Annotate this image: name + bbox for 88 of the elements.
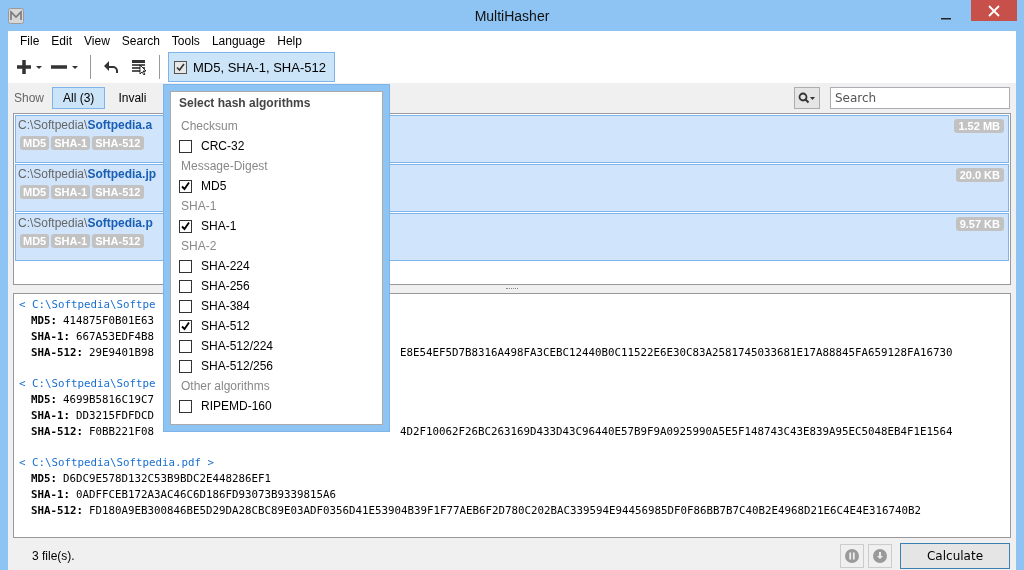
checkbox[interactable] [179, 319, 192, 333]
hash-tag: MD5 [20, 136, 50, 150]
result-file-header: < C:\Softpedia\Softpedia.pdf > [19, 455, 214, 471]
checkbox[interactable] [179, 339, 192, 353]
hash-value: 0ADFFCEB172A3AC46C6D186FD93073B9339815A6 [76, 487, 337, 503]
hash-value: FD180A9EB300846BE5D29DA28CBC89E03ADF0356D41E53904B39F1F77AEB6F2D780C202BAC339594E94456985DF0F86BB7B7C40B2E4968D21E6C4E4E316740B2 [89, 503, 922, 519]
file-size: 20.0 KB [955, 168, 1004, 182]
option-label: SHA-256 [201, 279, 250, 293]
hash-value: DD3215FDFDCD [76, 408, 155, 424]
file-path: C:\Softpedia\Softpedia.a [18, 118, 153, 132]
option-label: SHA-384 [201, 299, 250, 313]
file-size: 1.52 MB [954, 119, 1004, 133]
group-label: Other algorithms [180, 378, 271, 395]
menu-item[interactable]: Language [205, 34, 272, 48]
hash-value: 667A53EDF4B8 [76, 329, 155, 345]
result-file-header: < C:\Softpedia\Softpe [19, 297, 156, 313]
status-text: 3 file(s). [32, 549, 75, 563]
close-button[interactable] [971, 0, 1017, 21]
hash-label: SHA-512: [31, 424, 83, 440]
option-label: SHA-512/256 [201, 359, 274, 373]
app-icon [8, 7, 24, 24]
menu-item[interactable]: Search [115, 34, 166, 48]
hash-value: 414875F0B01E63 [63, 313, 155, 329]
hash-tag: SHA-512 [92, 136, 144, 150]
hash-tag: SHA-1 [51, 185, 91, 199]
download-icon [873, 549, 887, 563]
checkbox[interactable] [179, 279, 192, 293]
show-label: Show [14, 91, 45, 105]
table-icon[interactable] [131, 59, 147, 75]
filter-tab[interactable]: All (3) [52, 87, 106, 109]
group-label: SHA-1 [180, 198, 218, 215]
checkbox[interactable] [179, 259, 192, 273]
search-field[interactable]: Search [830, 87, 1010, 109]
hash-value: F0BB221F08 [89, 424, 155, 440]
file-path: C:\Softpedia\Softpedia.p [18, 216, 153, 230]
hash-tag: SHA-512 [92, 234, 144, 248]
hash-tag: SHA-1 [51, 136, 91, 150]
hash-label: SHA-512: [31, 503, 83, 519]
window-title: MultiHasher [473, 7, 551, 24]
option-label: SHA-1 [201, 219, 237, 233]
menu-item[interactable]: Help [271, 34, 308, 48]
hash-tag: SHA-1 [51, 234, 91, 248]
hash-tag: MD5 [20, 234, 50, 248]
option-label: SHA-512/224 [201, 339, 274, 353]
result-file-header: < C:\Softpedia\Softpe [19, 376, 156, 392]
checkbox[interactable] [179, 399, 192, 413]
checkbox[interactable] [179, 179, 192, 193]
option-label: RIPEMD-160 [201, 399, 272, 413]
hash-value: 29E9401B98 [89, 345, 155, 361]
undo-icon[interactable] [103, 60, 119, 74]
search-options-button[interactable] [794, 87, 820, 109]
hash-label: SHA-1: [31, 408, 70, 424]
hash-tag: MD5 [20, 185, 50, 199]
checkbox[interactable] [179, 359, 192, 373]
search-icon [798, 92, 816, 104]
hash-value: D6DC9E578D132C53B9BDC2E448286EF1 [63, 471, 272, 487]
menu-item[interactable]: Edit [45, 34, 79, 48]
checkbox[interactable] [179, 299, 192, 313]
group-label: SHA-2 [180, 238, 218, 255]
option-label: CRC-32 [201, 139, 245, 153]
hash-label: SHA-1: [31, 329, 70, 345]
hash-label: SHA-1: [31, 487, 70, 503]
hash-value: 4D2F10062F26BC263169D433D43C96440E57B9F9A0925990A5E5F148743C43E839A95EC5048EB4F1E1564 [400, 424, 953, 440]
menu-item[interactable]: Tools [165, 34, 206, 48]
menu-item[interactable]: File [14, 34, 46, 48]
menu-item[interactable]: View [78, 34, 116, 48]
group-label: Checksum [180, 118, 239, 135]
hash-label: MD5: [31, 471, 57, 487]
option-label: SHA-512 [201, 319, 250, 333]
hash-value: 4699B5816C19C7 [63, 392, 155, 408]
close-icon [988, 4, 1000, 17]
hash-selector-button[interactable]: MD5, SHA-1, SHA-512 [168, 52, 335, 82]
file-path: C:\Softpedia\Softpedia.jp [18, 167, 157, 181]
file-size: 9.57 KB [955, 217, 1004, 231]
hash-label: MD5: [31, 392, 57, 408]
pause-icon [845, 549, 859, 563]
dropdown-title: Select hash algorithms [179, 96, 312, 112]
plus-icon [16, 59, 42, 75]
hash-label: MD5: [31, 313, 57, 329]
filter-tab[interactable]: Invali [111, 87, 158, 109]
hash-label: SHA-512: [31, 345, 83, 361]
calculate-button[interactable]: Calculate [900, 543, 1010, 569]
checkbox[interactable] [179, 219, 192, 233]
hash-value: E8E54EF5D7B8316A498FA3CEBC12440B0C11522E6E30C83A2581745033681E17A88845FA659128FA16730 [400, 345, 953, 361]
option-label: MD5 [201, 179, 227, 193]
hash-tag: SHA-512 [92, 185, 144, 199]
checkbox[interactable] [179, 139, 192, 153]
option-label: SHA-224 [201, 259, 250, 273]
